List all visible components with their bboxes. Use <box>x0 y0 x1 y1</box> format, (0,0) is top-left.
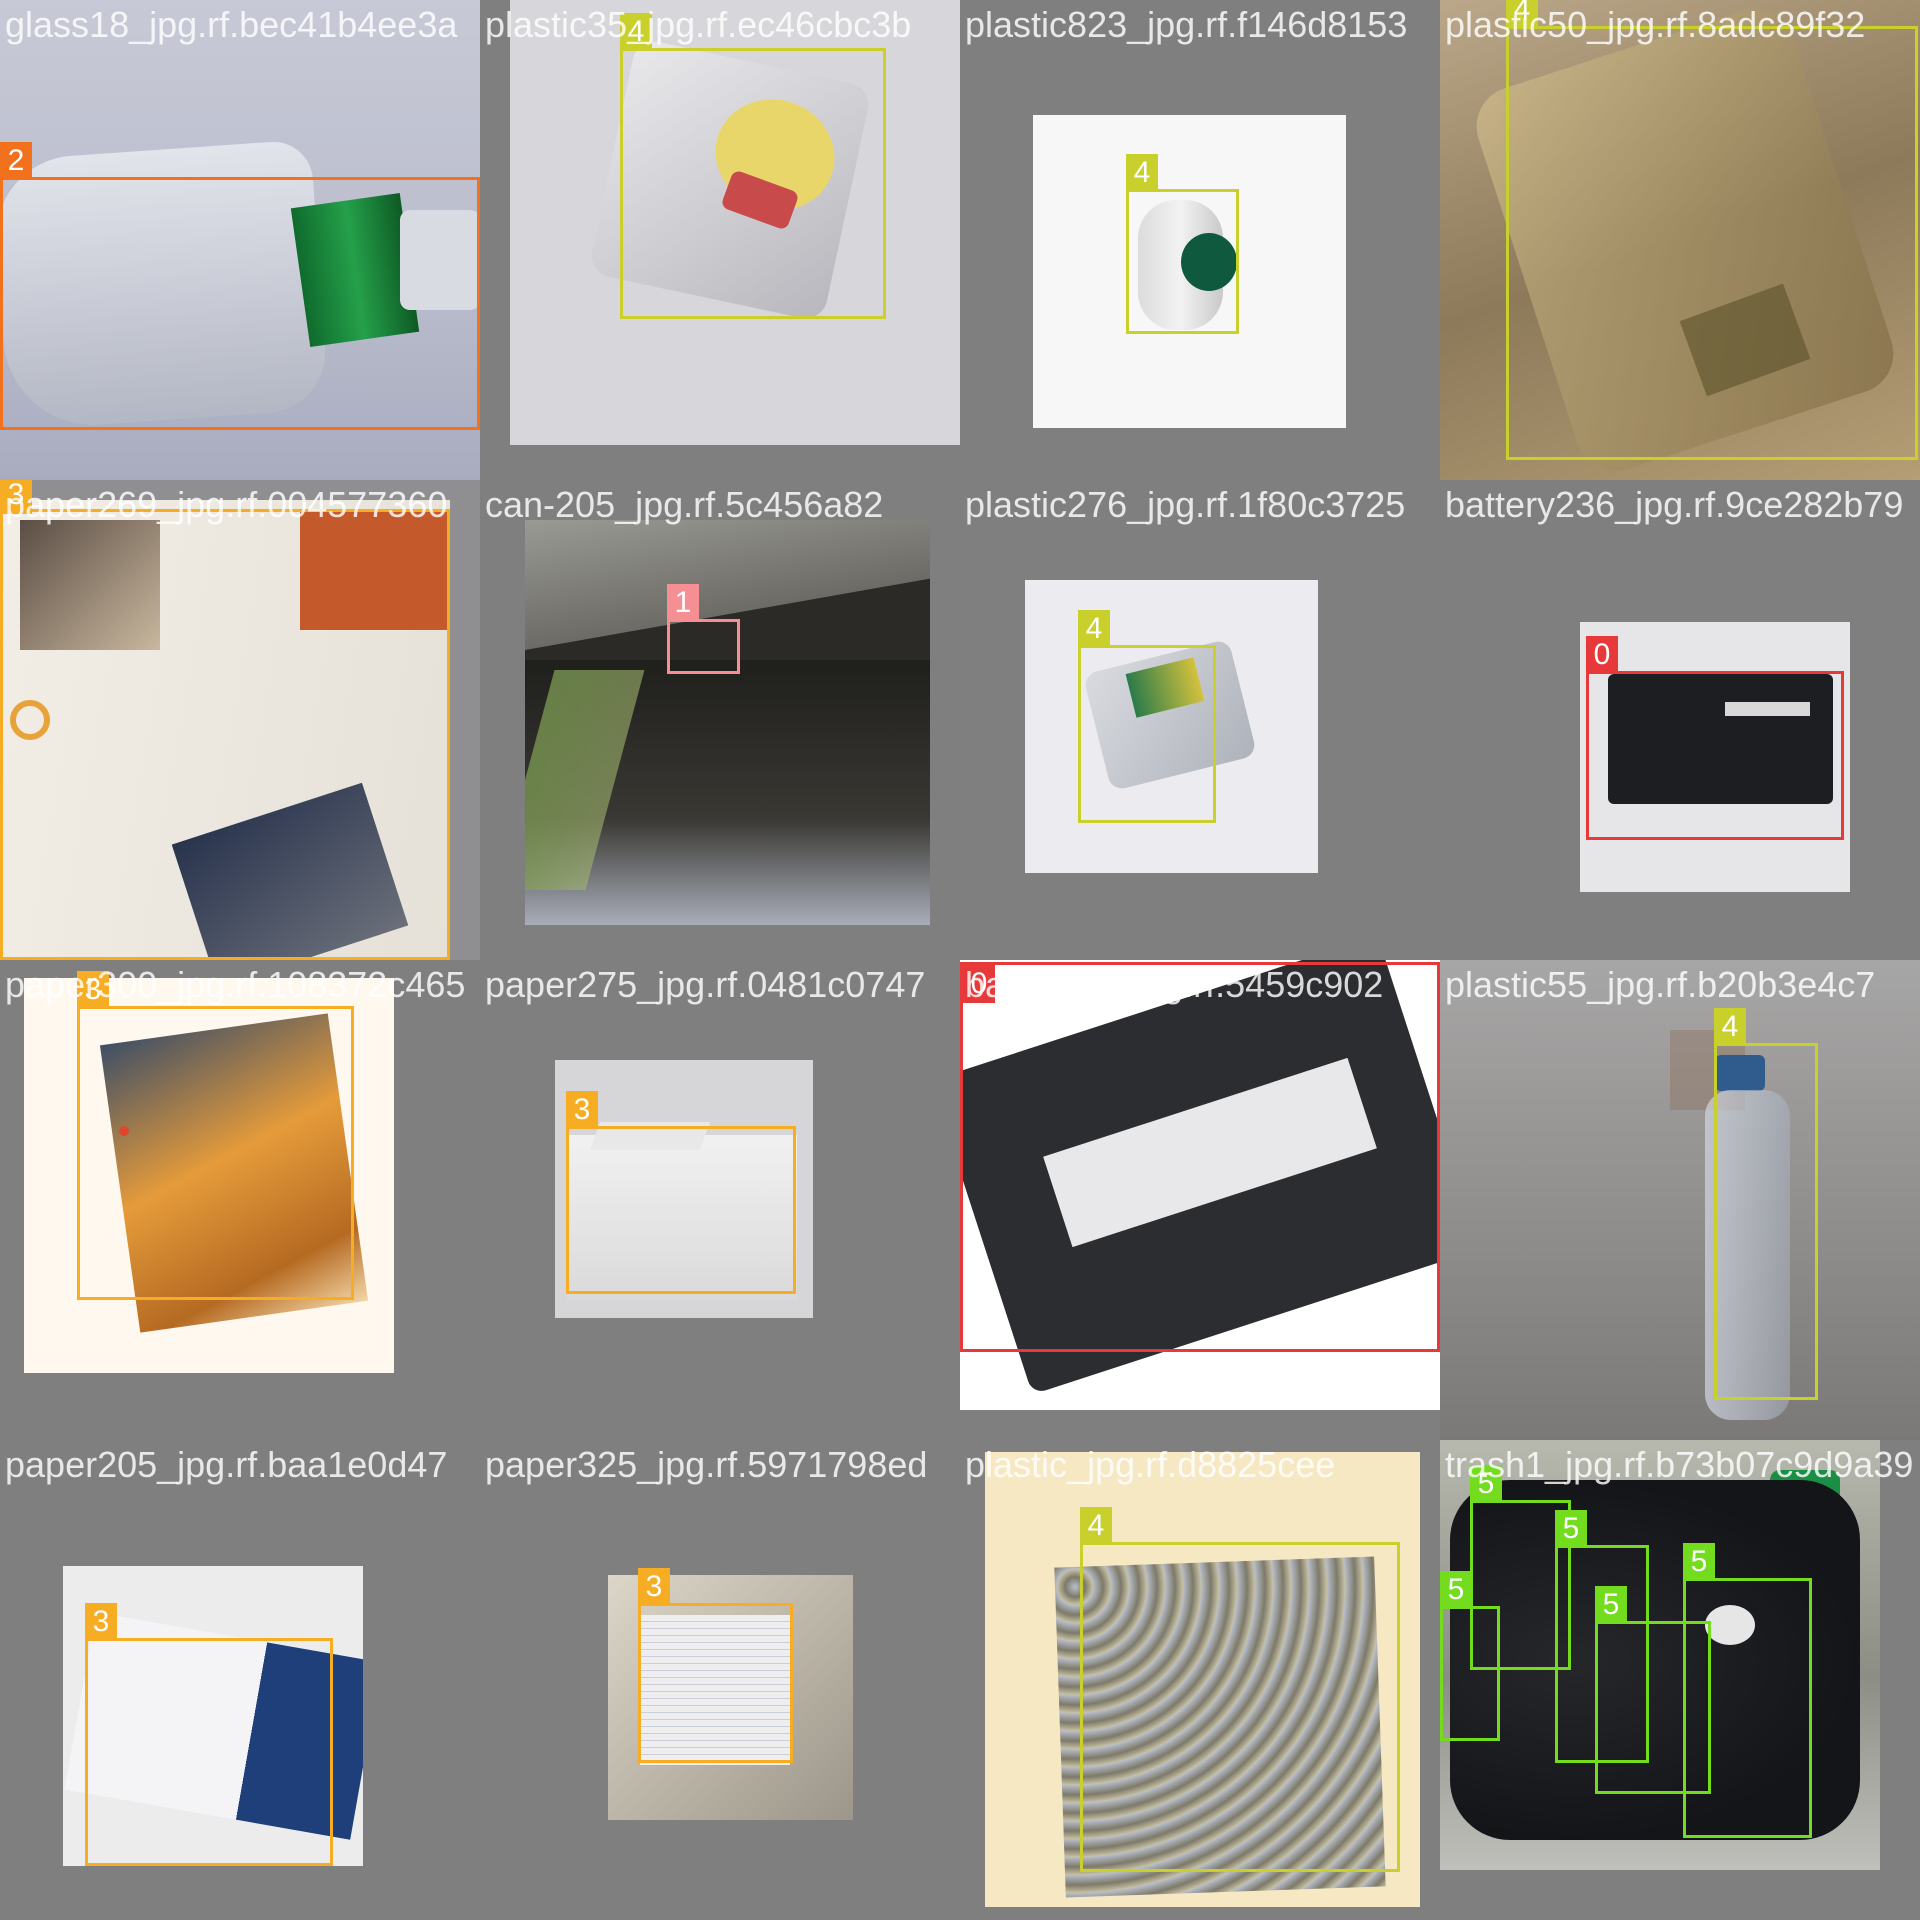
bbox-class-1: 1 <box>667 584 740 674</box>
bbox-label: 3 <box>566 1091 598 1129</box>
bbox-label: 3 <box>638 1568 670 1606</box>
bbox-class-4: 4 <box>1078 610 1216 823</box>
bbox-class-5: 5 <box>1440 1571 1500 1741</box>
bbox-class-4: 4 <box>1080 1507 1400 1872</box>
tile-foil-bag: 4 plastic_jpg.rf.d8825cee <box>960 1440 1440 1920</box>
tile-magazine: 3 paper269_jpg.rf.004577360 <box>0 480 480 960</box>
tile-envelope: 3 paper275_jpg.rf.0481c0747 <box>480 960 960 1440</box>
tile-photo-print: 3 paper300_jpg.rf.108372c465 <box>0 960 480 1440</box>
bbox-label: 3 <box>0 480 32 514</box>
bbox-label: 5 <box>1440 1571 1472 1609</box>
bbox-class-3: 3 <box>85 1603 333 1866</box>
tile-filename: paper275_jpg.rf.0481c0747 <box>485 964 926 1005</box>
bbox-label: 4 <box>1080 1507 1112 1545</box>
bbox-label: 4 <box>1506 0 1538 29</box>
bbox-label: 5 <box>1555 1510 1587 1548</box>
bbox-class-4: 4 <box>1714 1008 1818 1400</box>
photo-can-water <box>525 520 930 925</box>
bbox-label: 0 <box>1586 636 1618 674</box>
tile-filename: paper325_jpg.rf.5971798ed <box>485 1444 928 1485</box>
tile-battery: 0 battery236_jpg.rf.9ce282b79 <box>1440 480 1920 960</box>
bbox-class-5: 5 <box>1683 1543 1812 1838</box>
bbox-class-0: 0 <box>1586 636 1844 840</box>
tile-plastic-bottle: 4 plastic55_jpg.rf.b20b3e4c7 <box>1440 960 1920 1440</box>
bbox-class-0: 0 <box>960 962 1440 1352</box>
photo-plastic-bottle <box>1440 960 1920 1440</box>
tile-plastic-box: 4 plastic276_jpg.rf.1f80c3725 <box>960 480 1440 960</box>
bbox-class-4: 4 <box>620 13 886 319</box>
bbox-class-3: 3 <box>566 1091 796 1294</box>
bbox-class-3: 3 <box>0 480 450 960</box>
bbox-class-4: 4 <box>1506 0 1918 460</box>
tile-brochure: 3 paper205_jpg.rf.baa1e0d47 <box>0 1440 480 1920</box>
bbox-label: 3 <box>77 971 109 1009</box>
bbox-label: 4 <box>1714 1008 1746 1046</box>
tile-plastic-tray: 4 plastic50_jpg.rf.8adc89f32 <box>1440 0 1920 480</box>
bbox-label: 0 <box>963 965 995 1003</box>
tile-can: 1 can-205_jpg.rf.5c456a82 <box>480 480 960 960</box>
tile-filename: plastic276_jpg.rf.1f80c3725 <box>965 484 1406 525</box>
detection-mosaic: 2 glass18_jpg.rf.bec41b4ee3a 4 plastic35… <box>0 0 1920 1920</box>
tile-plastic-cap: 4 plastic823_jpg.rf.f146d8153 <box>960 0 1440 480</box>
bbox-label: 5 <box>1470 1465 1502 1503</box>
bbox-label: 4 <box>620 13 652 51</box>
tile-battery-closeup: 0 battery24_jpg.rf.5459c902 <box>960 960 1440 1440</box>
bbox-label: 3 <box>85 1603 117 1641</box>
tile-filename: plastic823_jpg.rf.f146d8153 <box>965 4 1408 45</box>
tile-filename: paper205_jpg.rf.baa1e0d47 <box>5 1444 448 1485</box>
tile-garbage-bags: 5 5 5 5 5 trash1_jpg.rf.b73b07c9d9a39 <box>1440 1440 1920 1920</box>
tile-glass: 2 glass18_jpg.rf.bec41b4ee3a <box>0 0 480 480</box>
bbox-label: 5 <box>1595 1586 1627 1624</box>
bbox-class-3: 3 <box>77 971 354 1300</box>
bbox-label: 1 <box>667 584 699 622</box>
tile-plastic-container: 4 plastic35_jpg.rf.ec46cbc3b <box>480 0 960 480</box>
bbox-label: 5 <box>1683 1543 1715 1581</box>
bbox-label: 2 <box>0 142 32 180</box>
tile-filename: battery236_jpg.rf.9ce282b79 <box>1445 484 1904 525</box>
bbox-class-3: 3 <box>638 1568 793 1763</box>
bbox-class-4: 4 <box>1126 154 1239 334</box>
tile-notebook: 3 paper325_jpg.rf.5971798ed <box>480 1440 960 1920</box>
bbox-label: 4 <box>1126 154 1158 192</box>
bbox-label: 4 <box>1078 610 1110 648</box>
bbox-class-2: 2 <box>0 142 480 430</box>
